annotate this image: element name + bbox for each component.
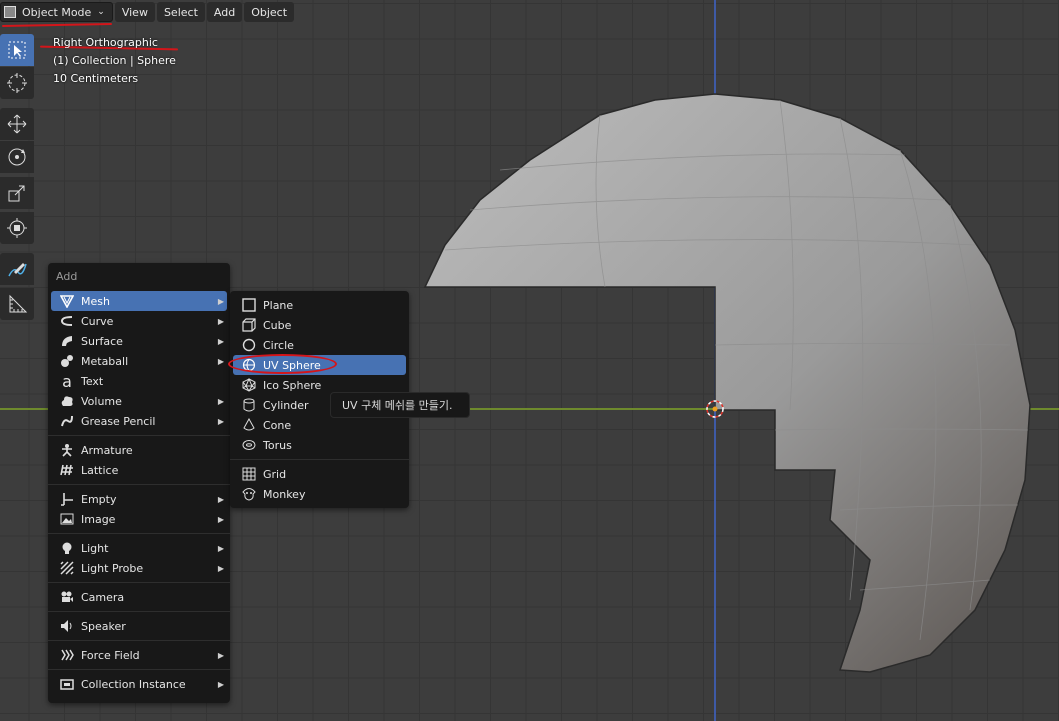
menu-item-image[interactable]: Image ▶ bbox=[51, 509, 227, 529]
cylinder-icon bbox=[241, 397, 257, 413]
add-menu-title: Add bbox=[56, 270, 78, 283]
image-icon bbox=[59, 511, 75, 527]
menu-item-metaball[interactable]: Metaball ▶ bbox=[51, 351, 227, 371]
menu-item-light[interactable]: Light ▶ bbox=[51, 538, 227, 558]
curve-icon bbox=[59, 313, 75, 329]
select-box-icon bbox=[8, 41, 26, 59]
object-mode-icon bbox=[4, 6, 16, 18]
menu-item-text[interactable]: a Text bbox=[51, 371, 227, 391]
menu-item-plane[interactable]: Plane bbox=[233, 295, 406, 315]
ico-sphere-icon bbox=[241, 377, 257, 393]
collection-instance-icon bbox=[59, 676, 75, 692]
menu-item-surface[interactable]: Surface ▶ bbox=[51, 331, 227, 351]
menu-item-light-probe[interactable]: Light Probe ▶ bbox=[51, 558, 227, 578]
viewport-info-overlay: Right Orthographic (1) Collection | Sphe… bbox=[53, 34, 176, 88]
text-icon: a bbox=[62, 371, 72, 391]
menu-item-lattice[interactable]: Lattice bbox=[51, 460, 227, 480]
monkey-icon bbox=[241, 486, 257, 502]
empty-icon bbox=[59, 491, 75, 507]
menu-item-cube[interactable]: Cube bbox=[233, 315, 406, 335]
menu-item-circle[interactable]: Circle bbox=[233, 335, 406, 355]
menu-item-volume[interactable]: Volume ▶ bbox=[51, 391, 227, 411]
object-menu[interactable]: Object bbox=[244, 2, 295, 22]
object-mode-label: Object Mode bbox=[22, 5, 92, 19]
view-menu[interactable]: View bbox=[114, 2, 155, 22]
scale-label: 10 Centimeters bbox=[53, 72, 139, 85]
select-menu[interactable]: Select bbox=[156, 2, 205, 22]
menu-item-camera[interactable]: Camera bbox=[51, 587, 227, 607]
annotate-tool[interactable] bbox=[0, 253, 34, 285]
menu-item-torus[interactable]: Torus bbox=[233, 435, 406, 455]
view-name-label: Right Orthographic bbox=[53, 36, 158, 49]
plane-icon bbox=[241, 297, 257, 313]
menu-item-cone[interactable]: Cone bbox=[233, 415, 406, 435]
menu-item-force-field[interactable]: Force Field ▶ bbox=[51, 645, 227, 665]
object-origin-icon bbox=[712, 406, 718, 412]
uv-sphere-tooltip: UV 구체 메쉬를 만들기. bbox=[330, 392, 470, 418]
rotate-icon bbox=[8, 148, 26, 166]
mesh-icon bbox=[59, 293, 75, 309]
armature-icon bbox=[59, 442, 75, 458]
annotate-icon bbox=[8, 263, 27, 277]
sphere-surface bbox=[423, 93, 1031, 673]
menu-item-empty[interactable]: Empty ▶ bbox=[51, 489, 227, 509]
move-tool[interactable] bbox=[0, 108, 34, 140]
submenu-arrow-icon: ▶ bbox=[217, 296, 224, 306]
select-box-tool[interactable] bbox=[0, 34, 34, 66]
menu-item-armature[interactable]: Armature bbox=[51, 440, 227, 460]
circle-icon bbox=[241, 337, 257, 353]
chevron-down-icon: ⌄ bbox=[97, 7, 105, 17]
measure-icon bbox=[9, 294, 28, 313]
cursor-tool[interactable] bbox=[0, 67, 34, 99]
viewport-header: Object Mode ⌄ View Select Add Object bbox=[0, 0, 295, 24]
surface-icon bbox=[59, 333, 75, 349]
force-field-icon bbox=[59, 647, 75, 663]
menu-item-speaker[interactable]: Speaker bbox=[51, 616, 227, 636]
grease-pencil-icon bbox=[59, 413, 75, 429]
lattice-icon bbox=[59, 462, 75, 478]
torus-icon bbox=[241, 437, 257, 453]
menu-item-collection-instance[interactable]: Collection Instance ▶ bbox=[51, 674, 227, 694]
transform-icon bbox=[7, 218, 27, 238]
transform-tool[interactable] bbox=[0, 212, 34, 244]
object-mode-dropdown[interactable]: Object Mode ⌄ bbox=[0, 2, 113, 22]
move-icon bbox=[7, 114, 27, 134]
grid-icon bbox=[241, 466, 257, 482]
camera-icon bbox=[59, 589, 75, 605]
menu-item-mesh[interactable]: Mesh ▶ bbox=[51, 291, 227, 311]
menu-item-curve[interactable]: Curve ▶ bbox=[51, 311, 227, 331]
red-annotation-circle bbox=[228, 354, 337, 374]
menu-item-grid[interactable]: Grid bbox=[233, 464, 406, 484]
add-menu: Add Mesh ▶ Curve ▶ Surface ▶ Metaball ▶ a Te… bbox=[48, 263, 230, 703]
menu-item-monkey[interactable]: Monkey bbox=[233, 484, 406, 504]
scale-icon bbox=[8, 185, 25, 202]
cone-icon bbox=[241, 417, 257, 433]
measure-tool[interactable] bbox=[0, 288, 34, 320]
menu-separator bbox=[48, 435, 230, 436]
collection-label: (1) Collection | Sphere bbox=[53, 54, 176, 67]
speaker-icon bbox=[59, 618, 75, 634]
add-menu-button[interactable]: Add bbox=[206, 2, 243, 22]
light-probe-icon bbox=[59, 560, 75, 576]
metaball-icon bbox=[59, 353, 75, 369]
volume-icon bbox=[59, 393, 75, 409]
cursor-icon bbox=[7, 73, 27, 93]
menu-item-grease-pencil[interactable]: Grease Pencil ▶ bbox=[51, 411, 227, 431]
light-icon bbox=[59, 540, 75, 556]
rotate-tool[interactable] bbox=[0, 141, 34, 173]
scale-tool[interactable] bbox=[0, 177, 34, 209]
cube-icon bbox=[241, 317, 257, 333]
